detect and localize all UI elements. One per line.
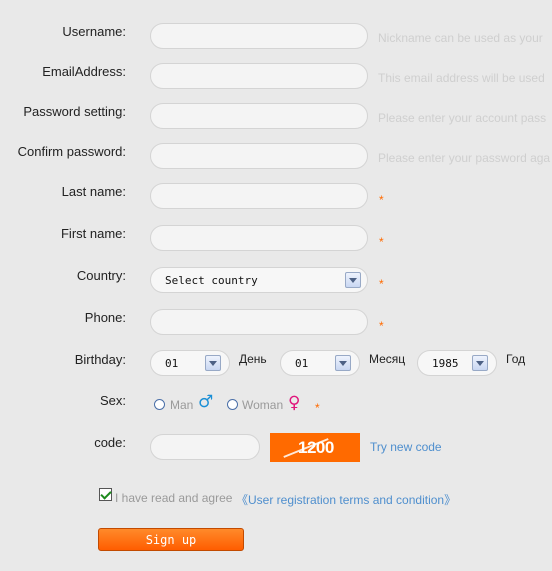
agree-checkbox[interactable] <box>99 488 112 501</box>
password-hint: Please enter your account pass <box>378 111 547 125</box>
birthday-year-value: 1985 <box>432 357 459 370</box>
sign-up-button[interactable]: Sign up <box>98 528 244 551</box>
confirm-password-hint: Please enter your password aga <box>378 151 551 165</box>
first-name-required-mark: * <box>379 235 384 249</box>
birthday-day-value: 01 <box>165 357 179 370</box>
code-label: code: <box>94 435 126 450</box>
birthday-month-select[interactable]: 01 <box>280 350 360 376</box>
code-input[interactable] <box>150 434 260 460</box>
terms-link[interactable]: 《User registration terms and condition》 <box>236 491 456 508</box>
password-label: Password setting: <box>23 104 126 119</box>
chevron-down-icon[interactable] <box>345 272 361 288</box>
sex-required-mark: * <box>315 401 320 415</box>
birthday-month-value: 01 <box>295 357 309 370</box>
sex-label: Sex: <box>99 393 126 408</box>
confirm-password-input[interactable] <box>150 143 368 169</box>
birthday-year-label: Год <box>506 352 526 366</box>
email-label: EmailAddress: <box>42 64 126 79</box>
first-name-label: First name: <box>60 226 126 241</box>
phone-label: Phone: <box>84 310 126 325</box>
sex-woman-label[interactable]: Woman <box>242 398 283 412</box>
last-name-required-mark: * <box>379 193 384 207</box>
last-name-label: Last name: <box>61 184 126 199</box>
email-hint: This email address will be used <box>378 71 545 85</box>
captcha-text: 1200 <box>298 438 334 457</box>
birthday-label: Birthday: <box>74 352 126 367</box>
sex-man-radio[interactable] <box>154 399 165 410</box>
country-select-value: Select country <box>165 274 258 287</box>
email-input[interactable] <box>150 63 368 89</box>
birthday-year-select[interactable]: 1985 <box>417 350 497 376</box>
country-required-mark: * <box>379 277 384 291</box>
country-select[interactable]: Select country <box>150 267 368 293</box>
country-label: Country: <box>76 268 126 283</box>
first-name-input[interactable] <box>150 225 368 251</box>
last-name-input[interactable] <box>150 183 368 209</box>
username-label: Username: <box>62 24 126 39</box>
try-new-code-link[interactable]: Try new code <box>370 440 442 454</box>
captcha-image: 1200 <box>270 433 360 462</box>
check-icon <box>100 488 112 500</box>
sex-man-label[interactable]: Man <box>170 398 193 412</box>
phone-input[interactable] <box>150 309 368 335</box>
username-input[interactable] <box>150 23 368 49</box>
confirm-password-label: Confirm password: <box>17 144 126 159</box>
chevron-down-icon[interactable] <box>472 355 488 371</box>
birthday-day-label: День <box>239 352 267 366</box>
agree-text: I have read and agree <box>115 491 236 505</box>
birthday-month-label: Месяц <box>369 352 406 366</box>
password-input[interactable] <box>150 103 368 129</box>
sex-woman-radio[interactable] <box>227 399 238 410</box>
male-symbol-icon: ♂ <box>198 392 214 412</box>
phone-required-mark: * <box>379 319 384 333</box>
chevron-down-icon[interactable] <box>205 355 221 371</box>
username-hint: Nickname can be used as your <box>378 31 543 45</box>
chevron-down-icon[interactable] <box>335 355 351 371</box>
female-symbol-icon: ♀ <box>288 393 301 413</box>
birthday-day-select[interactable]: 01 <box>150 350 230 376</box>
